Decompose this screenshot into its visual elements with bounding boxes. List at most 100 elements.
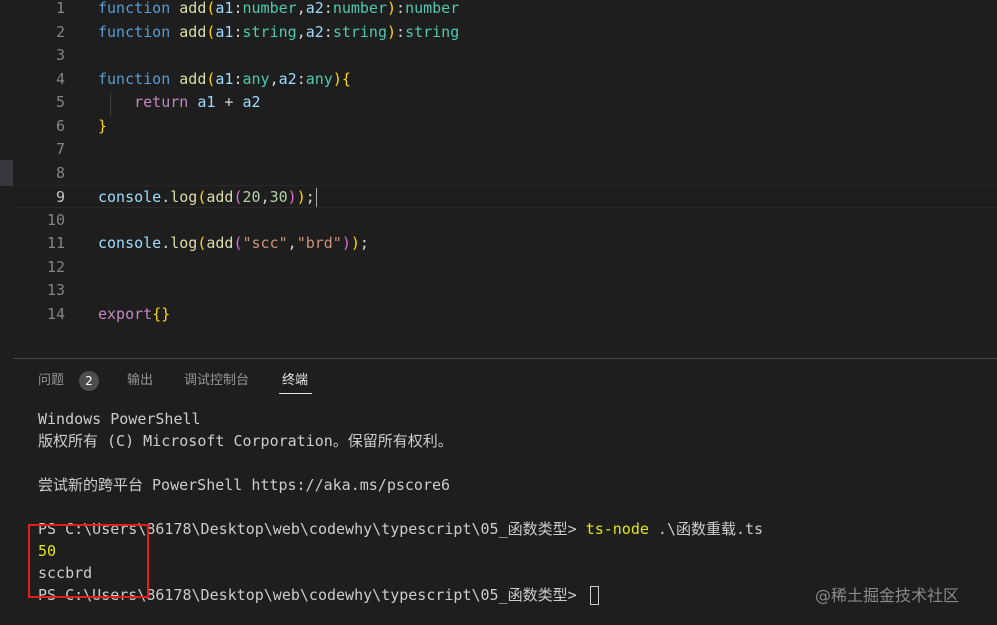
terminal-cursor: [589, 586, 599, 605]
code-token: "scc": [242, 234, 288, 252]
code-line[interactable]: 1 function add(a1:number,a2:number):numbe…: [13, 0, 997, 20]
code-token: string: [405, 23, 460, 41]
code-token: +: [215, 93, 243, 111]
line-number: 13: [46, 281, 65, 299]
code-token: :: [233, 0, 243, 17]
panel-tabs: 问题 2 输出 调试控制台 终端: [13, 359, 997, 399]
code-token: a2: [278, 70, 297, 88]
code-token: ): [387, 23, 397, 41]
code-text: return a1 + a2: [98, 91, 261, 114]
code-token: :: [233, 70, 243, 88]
code-line[interactable]: 12: [13, 256, 997, 279]
active-tab-indicator: [279, 393, 312, 394]
code-token: any: [305, 70, 333, 88]
code-token: ): [332, 70, 342, 88]
code-line[interactable]: 13: [13, 279, 997, 302]
code-token: ,: [260, 188, 270, 206]
line-number: 5: [55, 93, 65, 111]
code-token: ): [287, 188, 297, 206]
code-token: a1: [197, 93, 216, 111]
line-number: 2: [55, 23, 65, 41]
terminal-command-arg: .\函数重载.ts: [648, 520, 764, 538]
code-token: a2: [242, 93, 261, 111]
code-editor[interactable]: 1 function add(a1:number,a2:number):numbe…: [13, 0, 997, 358]
code-text: console.log(add(20,30));: [98, 186, 317, 209]
code-token: 20: [242, 188, 261, 206]
code-token: return: [134, 93, 189, 111]
code-token: :: [296, 70, 306, 88]
code-token: (: [233, 234, 243, 252]
code-token: ;: [359, 234, 369, 252]
code-token: "brd": [296, 234, 342, 252]
terminal-line: Windows PowerShell: [38, 410, 201, 428]
code-line[interactable]: 14 export{}: [13, 303, 997, 326]
code-token: console: [98, 234, 162, 252]
tab-problems[interactable]: 问题: [38, 372, 64, 390]
code-text: export{}: [98, 303, 170, 326]
code-text: function add(a1:any,a2:any){: [98, 68, 351, 91]
code-text: }: [98, 115, 107, 138]
code-line[interactable]: 6}: [13, 115, 997, 138]
code-token: .: [161, 234, 171, 252]
code-text: function add(a1:string,a2:string):string: [98, 21, 459, 44]
code-token: (: [233, 188, 243, 206]
code-token: a2: [305, 0, 324, 17]
terminal-line: 尝试新的跨平台 PowerShell https://aka.ms/pscore…: [38, 476, 451, 494]
code-token: function: [98, 70, 171, 88]
code-line[interactable]: 3: [13, 44, 997, 67]
code-line[interactable]: 11 console.log(add("scc","brd"));: [13, 232, 997, 255]
line-number: 10: [46, 211, 65, 229]
tab-output[interactable]: 输出: [127, 372, 153, 390]
code-token: a1: [215, 0, 234, 17]
code-token: ,: [269, 70, 279, 88]
code-line[interactable]: 2 function add(a1:string,a2:string):strin…: [13, 21, 997, 44]
code-text: console.log(add("scc","brd"));: [98, 232, 369, 255]
line-number: 6: [55, 117, 65, 135]
tab-terminal[interactable]: 终端: [282, 372, 308, 390]
code-token: ,: [296, 0, 306, 17]
code-line[interactable]: 4 function add(a1:any,a2:any){: [13, 68, 997, 91]
code-token: function: [98, 23, 171, 41]
watermark: @稀土掘金技术社区: [815, 586, 960, 605]
code-token: :: [396, 23, 406, 41]
code-token: any: [242, 70, 270, 88]
code-token: 30: [269, 188, 288, 206]
code-token: ;: [305, 188, 315, 206]
code-token: a1: [215, 70, 234, 88]
code-token: log: [170, 188, 198, 206]
code-line[interactable]: 7: [13, 138, 997, 161]
line-number: 9: [55, 188, 65, 206]
code-line[interactable]: 8: [13, 162, 997, 185]
code-token: console: [98, 188, 162, 206]
code-token: :: [396, 0, 406, 17]
code-token: {: [341, 70, 351, 88]
code-token: :: [233, 23, 243, 41]
output-highlight-box: [28, 524, 149, 598]
code-line[interactable]: 5 return a1 + a2: [13, 91, 997, 114]
line-number: 7: [55, 140, 65, 158]
tab-debug-console[interactable]: 调试控制台: [184, 372, 249, 390]
code-line[interactable]: 9 console.log(add(20,30));: [13, 185, 997, 208]
code-token: .: [161, 188, 171, 206]
terminal-line: 版权所有 (C) Microsoft Corporation。保留所有权利。: [38, 432, 453, 450]
code-token: ,: [287, 234, 297, 252]
code-token: {}: [152, 305, 171, 323]
code-token: ): [350, 234, 360, 252]
code-token: add: [179, 0, 207, 17]
code-line[interactable]: 10: [13, 209, 997, 232]
text-caret: [315, 188, 317, 207]
code-token: log: [170, 234, 198, 252]
code-token: export: [98, 305, 153, 323]
editor-scroll-indicator: [0, 160, 13, 186]
line-number: 3: [55, 46, 65, 64]
code-token: :: [323, 23, 333, 41]
code-token: ,: [296, 23, 306, 41]
code-token: add: [179, 23, 207, 41]
code-token: a1: [215, 23, 234, 41]
code-token: ): [296, 188, 306, 206]
line-number: 11: [46, 234, 65, 252]
code-token: add: [206, 188, 234, 206]
